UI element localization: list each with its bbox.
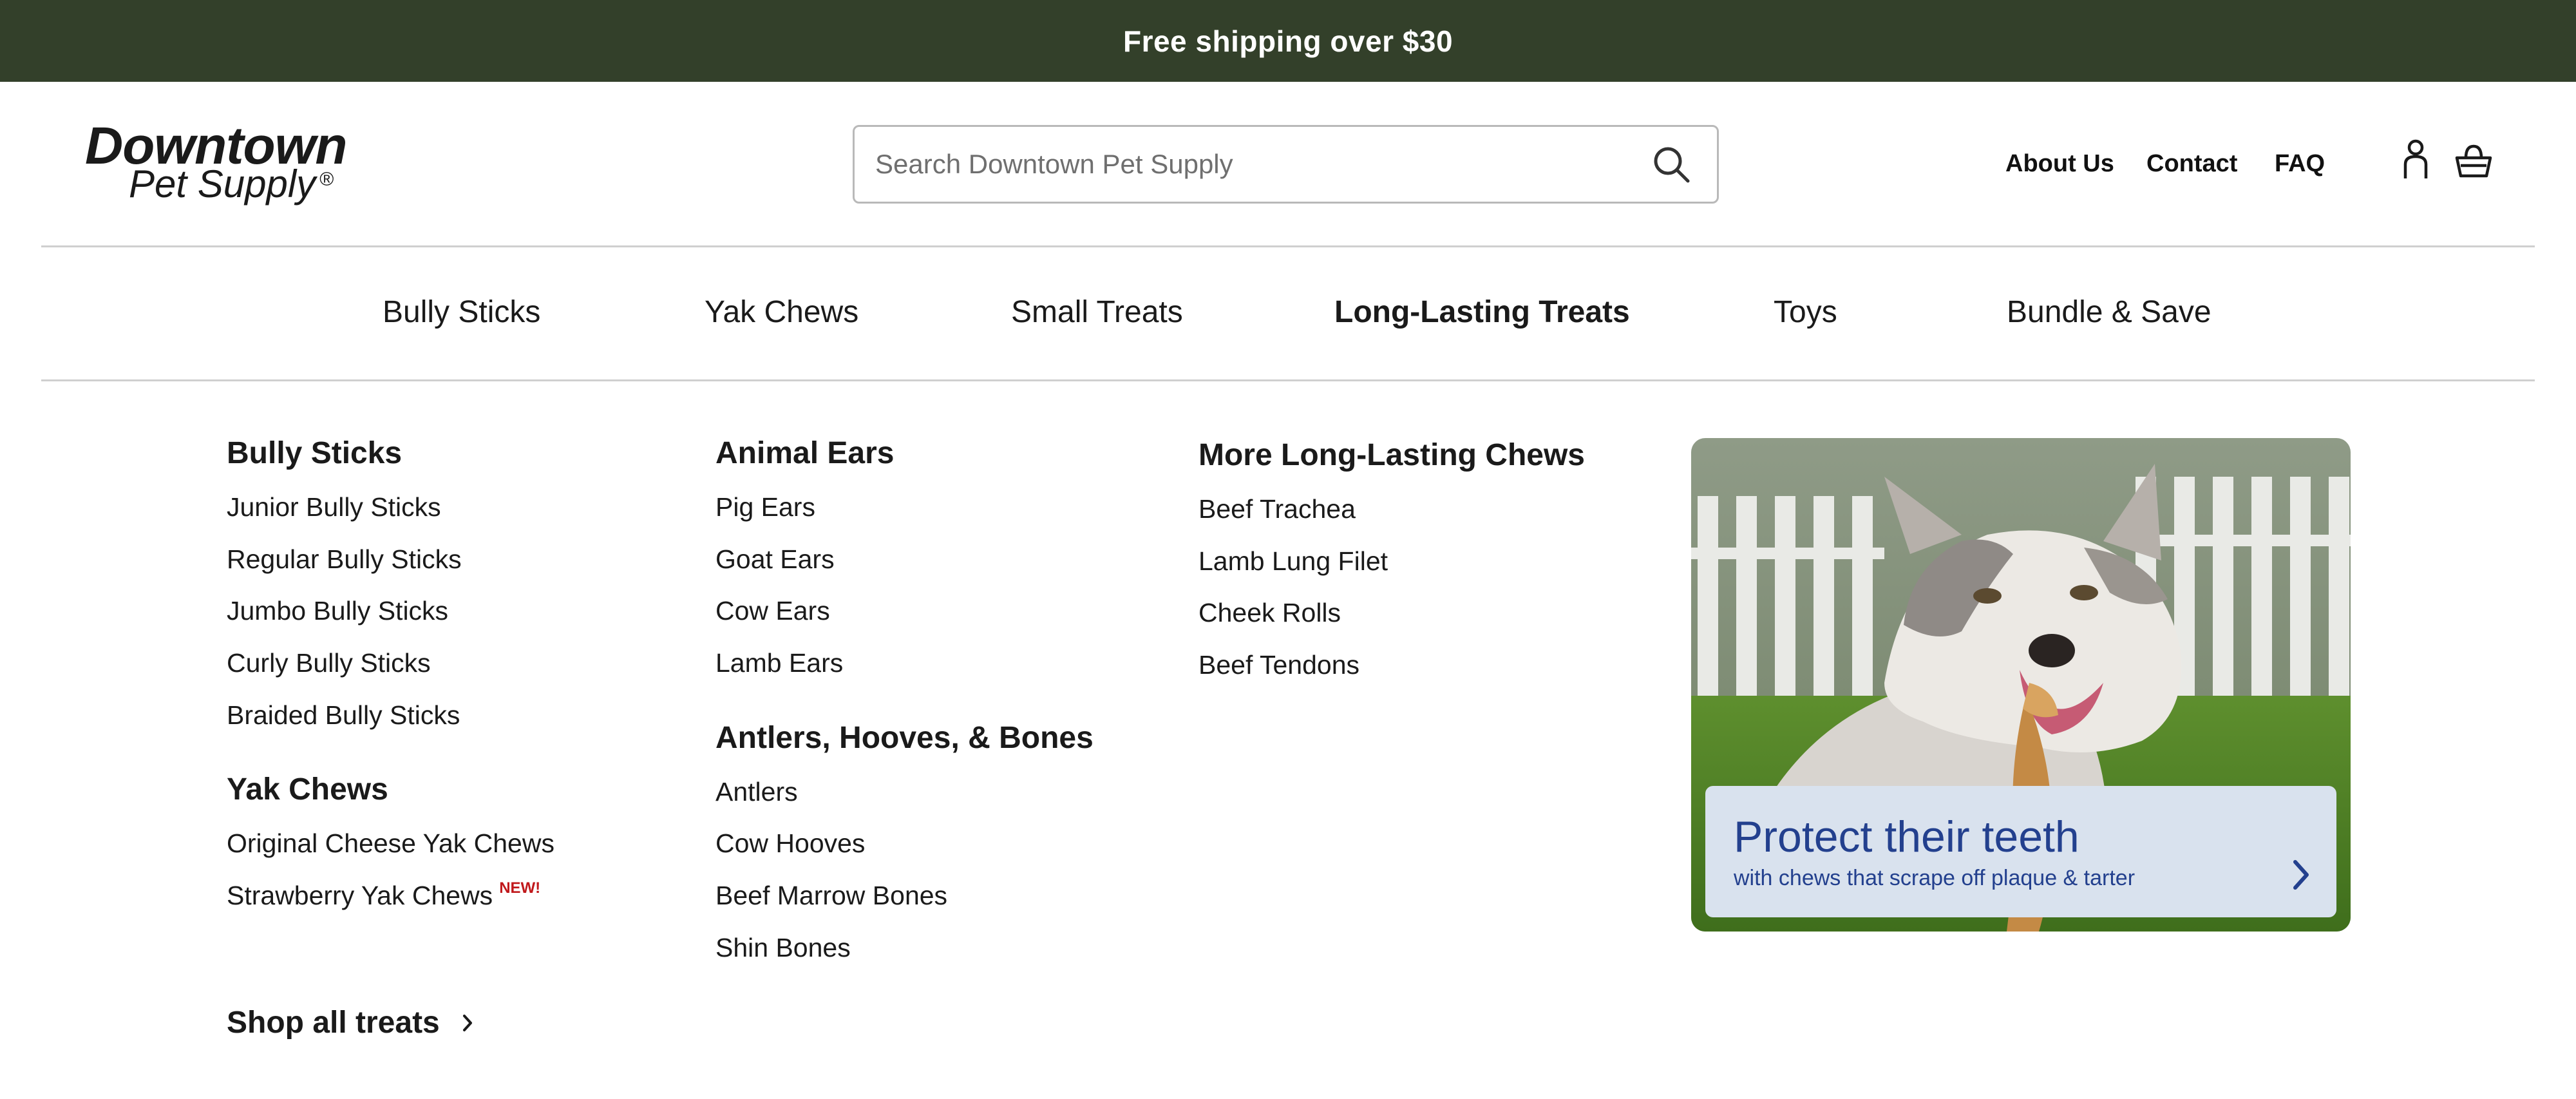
cart-icon[interactable] xyxy=(2455,143,2492,179)
contact-link[interactable]: Contact xyxy=(2146,150,2237,178)
menu-heading-animal-ears[interactable]: Animal Ears xyxy=(715,435,894,471)
logo-registered-mark: ® xyxy=(319,169,334,190)
menu-link-strawberry[interactable]: Strawberry Yak Chews NEW! xyxy=(227,879,541,911)
menu-link[interactable]: Goat Ears xyxy=(715,544,835,575)
promo-title: Protect their teeth xyxy=(1734,812,2079,861)
menu-link[interactable]: Original Cheese Yak Chews xyxy=(227,828,554,859)
menu-link[interactable]: Pig Ears xyxy=(715,492,815,522)
chevron-right-icon xyxy=(462,1014,472,1031)
account-icon[interactable] xyxy=(2401,138,2430,180)
nav-item-bully-sticks[interactable]: Bully Sticks xyxy=(383,283,540,341)
promo-banner[interactable]: Protect their teeth with chews that scra… xyxy=(1691,438,2351,932)
logo[interactable]: Downtown Pet Supply ® xyxy=(85,120,362,210)
search-box[interactable] xyxy=(853,125,1719,204)
menu-link-text: Strawberry Yak Chews xyxy=(227,881,493,910)
menu-link[interactable]: Cow Hooves xyxy=(715,828,865,859)
nav-divider xyxy=(41,379,2535,381)
nav-item-bundle-save[interactable]: Bundle & Save xyxy=(2007,283,2211,341)
nav-item-long-lasting-treats[interactable]: Long-Lasting Treats xyxy=(1334,283,1630,341)
logo-line-2: Pet Supply ® xyxy=(129,165,334,204)
main-nav: Bully Sticks Yak Chews Small Treats Long… xyxy=(0,283,2576,341)
menu-link[interactable]: Lamb Lung Filet xyxy=(1198,546,1388,577)
new-badge: NEW! xyxy=(499,879,541,897)
logo-line-2-text: Pet Supply xyxy=(129,162,316,205)
menu-link[interactable]: Regular Bully Sticks xyxy=(227,544,462,575)
menu-link[interactable]: Antlers xyxy=(715,777,798,807)
menu-link[interactable]: Jumbo Bully Sticks xyxy=(227,596,448,626)
menu-link[interactable]: Lamb Ears xyxy=(715,648,843,678)
nav-item-small-treats[interactable]: Small Treats xyxy=(1011,283,1183,341)
shop-all-treats-link[interactable]: Shop all treats xyxy=(227,1005,473,1040)
promo-subtitle: with chews that scrape off plaque & tart… xyxy=(1734,866,2136,890)
promo-card[interactable]: Protect their teeth with chews that scra… xyxy=(1705,786,2336,917)
announcement-bar: Free shipping over $30 xyxy=(0,0,2576,82)
menu-link[interactable]: Beef Tendons xyxy=(1198,650,1359,680)
menu-heading-yak-chews[interactable]: Yak Chews xyxy=(227,772,388,807)
header-divider xyxy=(41,245,2535,247)
menu-link[interactable]: Curly Bully Sticks xyxy=(227,648,431,678)
about-us-link[interactable]: About Us xyxy=(2005,150,2114,178)
faq-link[interactable]: FAQ xyxy=(2275,150,2325,178)
search-input[interactable] xyxy=(855,126,1649,202)
menu-link[interactable]: Cheek Rolls xyxy=(1198,598,1341,628)
shop-all-label: Shop all treats xyxy=(227,1006,440,1040)
menu-link[interactable]: Cow Ears xyxy=(715,596,830,626)
menu-heading-antlers-hooves-bones[interactable]: Antlers, Hooves, & Bones xyxy=(715,720,1094,756)
announcement-text: Free shipping over $30 xyxy=(1122,24,1454,58)
menu-link[interactable]: Shin Bones xyxy=(715,933,851,963)
menu-link[interactable]: Braided Bully Sticks xyxy=(227,700,460,731)
menu-heading-bully-sticks[interactable]: Bully Sticks xyxy=(227,435,402,471)
nav-item-toys[interactable]: Toys xyxy=(1774,283,1837,341)
menu-heading-more-long-lasting-chews[interactable]: More Long-Lasting Chews xyxy=(1198,437,1585,473)
menu-link[interactable]: Beef Trachea xyxy=(1198,494,1356,524)
search-icon[interactable] xyxy=(1649,142,1694,187)
chevron-right-icon[interactable] xyxy=(2291,858,2311,892)
menu-link[interactable]: Junior Bully Sticks xyxy=(227,492,441,522)
nav-item-yak-chews[interactable]: Yak Chews xyxy=(705,283,858,341)
menu-link[interactable]: Beef Marrow Bones xyxy=(715,881,947,911)
